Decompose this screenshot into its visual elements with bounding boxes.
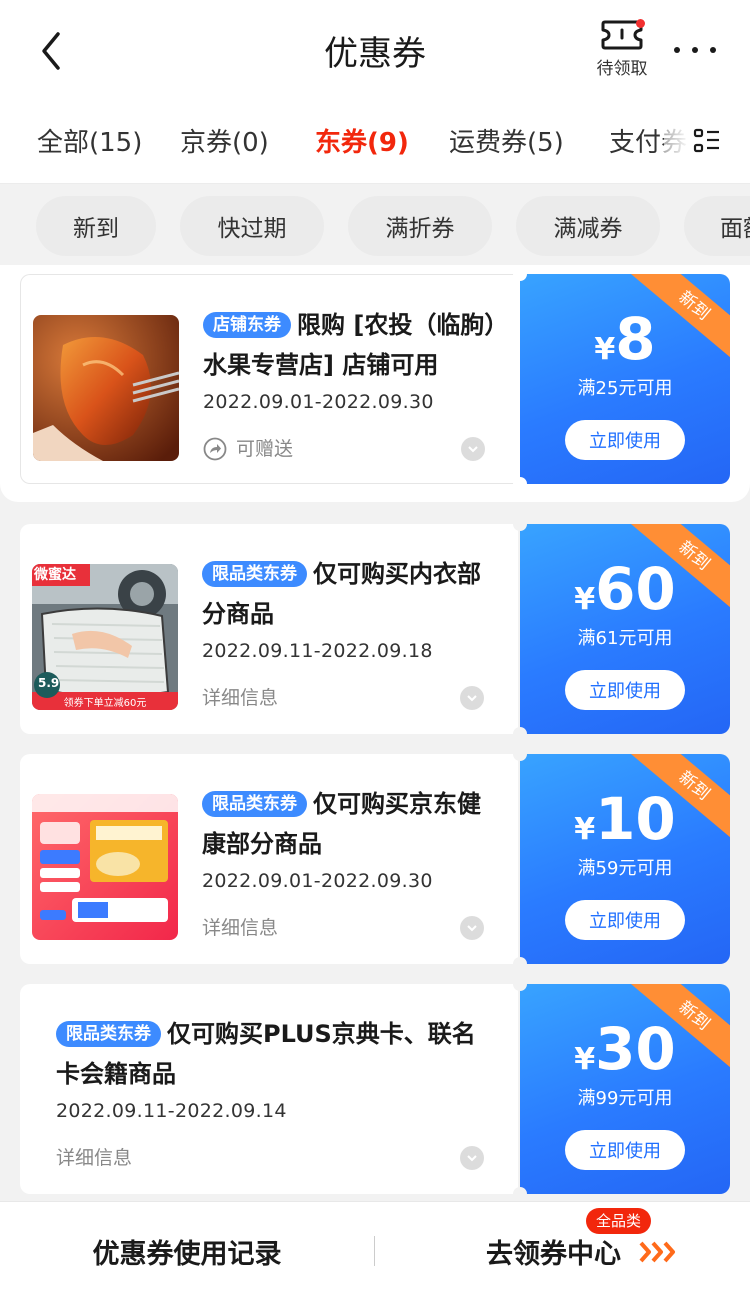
use-now-button[interactable]: 立即使用 <box>565 420 685 460</box>
sweet-potato-image <box>33 315 179 461</box>
chevron-down-icon <box>467 1155 477 1162</box>
tab-dong-coupons[interactable]: 东券(9) <box>315 122 409 159</box>
expand-details-button[interactable] <box>460 1146 484 1170</box>
coupon-amount: ¥8 <box>594 305 656 373</box>
coupon-section-featured: 店铺东券 限购 [农投（临朐）水果专营店] 店铺可用 2022.09.01-202… <box>0 265 750 502</box>
coupon-detail-row[interactable]: 详细信息 <box>202 684 484 712</box>
coupon-title: 限品类东券 仅可购买PLUS京典卡、联名卡会籍商品 <box>56 1014 496 1094</box>
use-now-button[interactable]: 立即使用 <box>565 1130 685 1170</box>
notification-dot <box>636 19 645 28</box>
filter-new[interactable]: 新到 <box>36 196 156 256</box>
pending-label: 待领取 <box>596 59 648 79</box>
tab-all[interactable]: 全部(15) <box>37 122 142 159</box>
coupon-title: 限品类东券 仅可购买内衣部分商品 <box>202 554 498 634</box>
coupon-type-tag: 店铺东券 <box>203 312 291 338</box>
dot-icon <box>710 47 716 53</box>
use-now-button[interactable]: 立即使用 <box>565 900 685 940</box>
coupon-card: 店铺东券 限购 [农投（临朐）水果专营店] 店铺可用 2022.09.01-202… <box>20 267 730 491</box>
expand-details-button[interactable] <box>460 916 484 940</box>
validity-date: 2022.09.11-2022.09.14 <box>56 1100 287 1122</box>
coupon-value-panel: 新到 ¥8 满25元可用 立即使用 <box>520 274 730 484</box>
all-category-badge: 全品类 <box>586 1208 652 1234</box>
coupon-detail-row[interactable]: 详细信息 <box>202 914 484 942</box>
chevron-down-icon <box>467 695 477 702</box>
coupon-card: 限品类东券 仅可购买PLUS京典卡、联名卡会籍商品 2022.09.11-2022… <box>20 977 730 1201</box>
coupon-history-button[interactable]: 优惠券使用记录 <box>0 1232 374 1271</box>
coupon-type-tabs: 全部(15) 京券(0) 东券(9) 运费券(5) 支付券 <box>0 100 750 184</box>
coupon-condition: 满99元可用 <box>577 1088 673 1109</box>
product-thumbnail[interactable]: 微蜜达 5.9 领券下单立减60元 <box>32 564 178 710</box>
detail-info-link: 详细信息 <box>56 1147 133 1169</box>
share-icon <box>203 437 227 461</box>
filter-expiring[interactable]: 快过期 <box>180 196 324 256</box>
top-nav-bar: 优惠券 待领取 <box>0 0 750 100</box>
all-tabs-button[interactable] <box>664 100 750 182</box>
validity-date: 2022.09.01-2022.09.30 <box>202 870 433 892</box>
product-thumbnail[interactable] <box>33 315 179 461</box>
triple-chevron-right-icon <box>639 1241 675 1263</box>
expand-details-button[interactable] <box>460 686 484 710</box>
coupon-condition: 满25元可用 <box>577 378 673 399</box>
filter-chips: 新到 快过期 满折券 满减券 面额 <box>0 185 750 265</box>
coupon-card: 限品类东券 仅可购买京东健康部分商品 2022.09.01-2022.09.30 … <box>20 747 730 971</box>
coupon-amount: ¥10 <box>574 785 676 853</box>
coupon-center-button[interactable]: 去领券中心 <box>486 1232 621 1271</box>
coupon-title: 限品类东券 仅可购买京东健康部分商品 <box>202 784 498 864</box>
expand-details-button[interactable] <box>461 437 485 461</box>
coupon-type-tag: 限品类东券 <box>56 1021 161 1047</box>
filter-face-value[interactable]: 面额 <box>684 196 750 256</box>
coupon-card: 微蜜达 5.9 领券下单立减60元 限品类东券 仅可购买内衣部分商品 2022.0… <box>20 517 730 741</box>
bottom-action-bar: 优惠券使用记录 去领券中心 全品类 <box>0 1201 750 1301</box>
dot-icon <box>692 47 698 53</box>
validity-date: 2022.09.01-2022.09.30 <box>203 391 434 413</box>
chevron-down-icon <box>468 446 478 453</box>
coupon-value-panel: 新到 ¥60 满61元可用 立即使用 <box>520 524 730 734</box>
giftable-label: 可赠送 <box>236 438 294 460</box>
coupon-amount: ¥30 <box>574 1015 676 1083</box>
coupon-value-panel: 新到 ¥30 满99元可用 立即使用 <box>520 984 730 1194</box>
grid-menu-icon <box>693 128 719 153</box>
coupon-amount: ¥60 <box>574 555 676 623</box>
brand-label: 微蜜达 <box>34 567 76 583</box>
price-label: 5.9 <box>38 676 60 690</box>
validity-date: 2022.09.11-2022.09.18 <box>202 640 433 662</box>
coupon-type-tag: 限品类东券 <box>202 561 307 587</box>
dot-icon <box>674 47 680 53</box>
divider <box>374 1236 375 1266</box>
tab-shipping-coupons[interactable]: 运费券(5) <box>449 122 564 159</box>
more-options-button[interactable] <box>668 30 722 70</box>
coupon-title: 店铺东券 限购 [农投（临朐）水果专营店] 店铺可用 <box>203 305 499 385</box>
coupon-value-panel: 新到 ¥10 满59元可用 立即使用 <box>520 754 730 964</box>
tab-jing-coupons[interactable]: 京券(0) <box>180 122 269 159</box>
coupon-type-tag: 限品类东券 <box>202 791 307 817</box>
coupon-detail-row[interactable]: 详细信息 <box>56 1144 484 1172</box>
detail-info-link: 详细信息 <box>202 687 279 709</box>
chevron-down-icon <box>467 925 477 932</box>
pending-coupons-button[interactable]: 待领取 <box>586 16 658 86</box>
use-now-button[interactable]: 立即使用 <box>565 670 685 710</box>
filter-discount[interactable]: 满折券 <box>348 196 492 256</box>
health-product-image <box>32 794 178 940</box>
coupon-condition: 满61元可用 <box>577 628 673 649</box>
promo-caption: 领券下单立减60元 <box>63 698 147 709</box>
filter-threshold[interactable]: 满减券 <box>516 196 660 256</box>
coupon-condition: 满59元可用 <box>577 858 673 879</box>
detail-info-link: 详细信息 <box>202 917 279 939</box>
product-thumbnail[interactable] <box>32 794 178 940</box>
coupon-detail-row[interactable]: 可赠送 <box>203 435 485 463</box>
